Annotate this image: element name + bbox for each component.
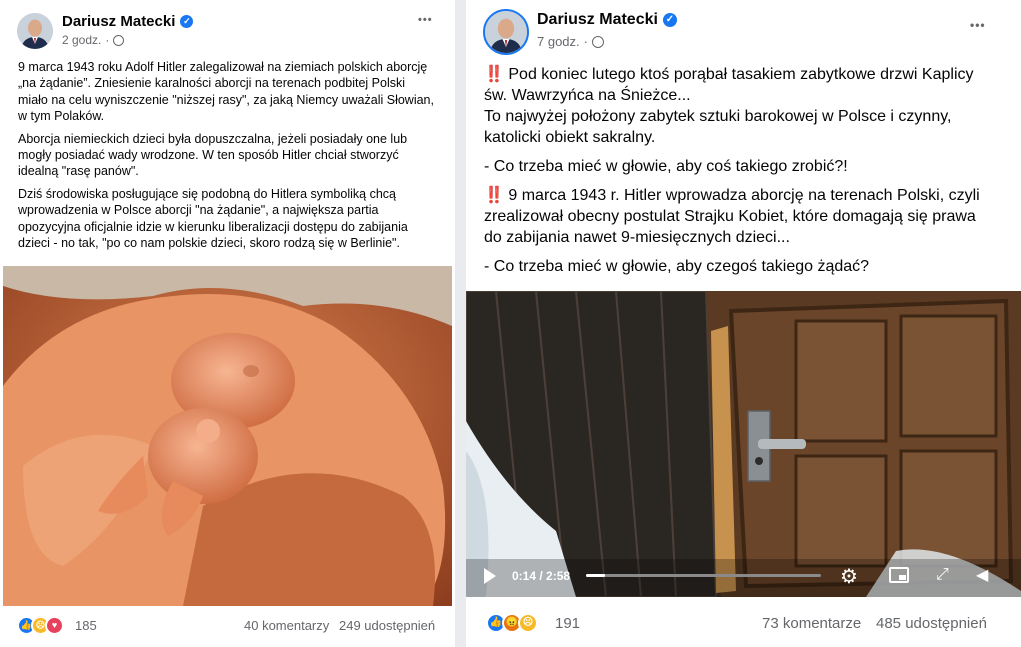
author-name-text[interactable]: Dariusz Matecki: [62, 13, 175, 30]
post-line-3: 9 marca 1943 r. Hitler wprowadza aborcję…: [484, 187, 980, 246]
post-footer: 👍 ☹ ♥ 185 40 komentarzy 249 udostępnień: [0, 614, 455, 636]
video-time: 0:14 / 2:58: [512, 569, 571, 583]
fetus-in-hand-photo-icon: [3, 266, 452, 606]
reaction-count[interactable]: 191: [555, 615, 580, 632]
post-right: Dariusz Matecki ✓ 7 godz. · ••• ‼️ Pod k…: [466, 0, 1021, 647]
comments-count[interactable]: 40 komentarzy: [244, 618, 329, 633]
post-meta: 2 godz. ·: [62, 33, 125, 47]
more-options-icon[interactable]: •••: [418, 14, 433, 26]
avatar[interactable]: [17, 13, 53, 49]
avatar[interactable]: [483, 9, 529, 55]
video-player[interactable]: 0:14 / 2:58 ⚙ ⤢ ◀: [466, 291, 1021, 597]
post-paragraph-2: - Co trzeba mieć w głowie, aby coś takie…: [484, 158, 848, 175]
post-time[interactable]: 2 godz.: [62, 33, 101, 47]
volume-icon[interactable]: ◀: [976, 565, 988, 585]
post-text: ‼️ Pod koniec lutego ktoś porąbał tasaki…: [484, 64, 994, 277]
post-time[interactable]: 7 godz.: [537, 34, 580, 49]
chapel-door-video-frame-icon: [466, 291, 1021, 597]
post-paragraph-3: ‼️ 9 marca 1943 r. Hitler wprowadza abor…: [484, 185, 994, 248]
post-paragraph-2: Aborcja niemieckich dzieci była dopuszcz…: [18, 131, 408, 179]
shares-count[interactable]: 485 udostępnień: [876, 615, 987, 632]
video-progress-track[interactable]: [586, 574, 821, 577]
comments-count[interactable]: 73 komentarze: [762, 615, 861, 632]
play-icon[interactable]: [484, 568, 496, 584]
author-name[interactable]: Dariusz Matecki ✓: [62, 13, 194, 30]
post-footer: 👍 😠 ☹ 191 73 komentarze 485 udostępnień: [466, 612, 1021, 634]
settings-gear-icon[interactable]: ⚙: [840, 564, 858, 589]
post-paragraph-4: - Co trzeba mieć w głowie, aby czegoś ta…: [484, 258, 870, 275]
post-text: 9 marca 1943 roku Adolf Hitler zalegaliz…: [18, 59, 438, 251]
post-line-1: Pod koniec lutego ktoś porąbał tasakiem …: [484, 66, 974, 104]
meta-separator: ·: [583, 34, 588, 49]
post-left: Dariusz Matecki ✓ 2 godz. · ••• 9 marca …: [0, 0, 455, 647]
post-paragraph-1: 9 marca 1943 roku Adolf Hitler zalegaliz…: [18, 60, 434, 124]
meta-separator: ·: [105, 33, 110, 47]
verified-badge-icon: ✓: [662, 13, 677, 27]
post-paragraph-1: ‼️ Pod koniec lutego ktoś porąbał tasaki…: [484, 64, 994, 148]
double-exclamation-icon: ‼️: [484, 66, 504, 83]
more-options-icon[interactable]: •••: [970, 18, 986, 32]
shares-count[interactable]: 249 udostępnień: [339, 618, 435, 633]
post-paragraph-3: Dziś środowiska posługujące się podobną …: [18, 186, 408, 251]
reaction-count[interactable]: 185: [75, 618, 97, 633]
author-name-text[interactable]: Dariusz Matecki: [537, 11, 658, 29]
love-icon[interactable]: ♥: [45, 615, 64, 635]
globe-icon: [592, 35, 604, 48]
double-exclamation-icon: ‼️: [484, 187, 504, 204]
sad-icon[interactable]: ☹: [518, 613, 538, 633]
post-meta: 7 godz. ·: [537, 34, 604, 49]
verified-badge-icon: ✓: [180, 15, 194, 28]
picture-in-picture-icon[interactable]: [889, 567, 909, 583]
post-header: Dariusz Matecki ✓ 2 godz. · •••: [0, 0, 455, 58]
author-name[interactable]: Dariusz Matecki ✓: [537, 11, 677, 29]
post-line-2: To najwyżej położony zabytek sztuki baro…: [484, 108, 952, 146]
globe-icon: [113, 34, 125, 46]
video-progress-fill: [586, 574, 605, 577]
post-image[interactable]: [3, 266, 452, 606]
fullscreen-icon[interactable]: ⤢: [936, 566, 949, 584]
post-header: Dariusz Matecki ✓ 7 godz. · •••: [466, 0, 1021, 58]
